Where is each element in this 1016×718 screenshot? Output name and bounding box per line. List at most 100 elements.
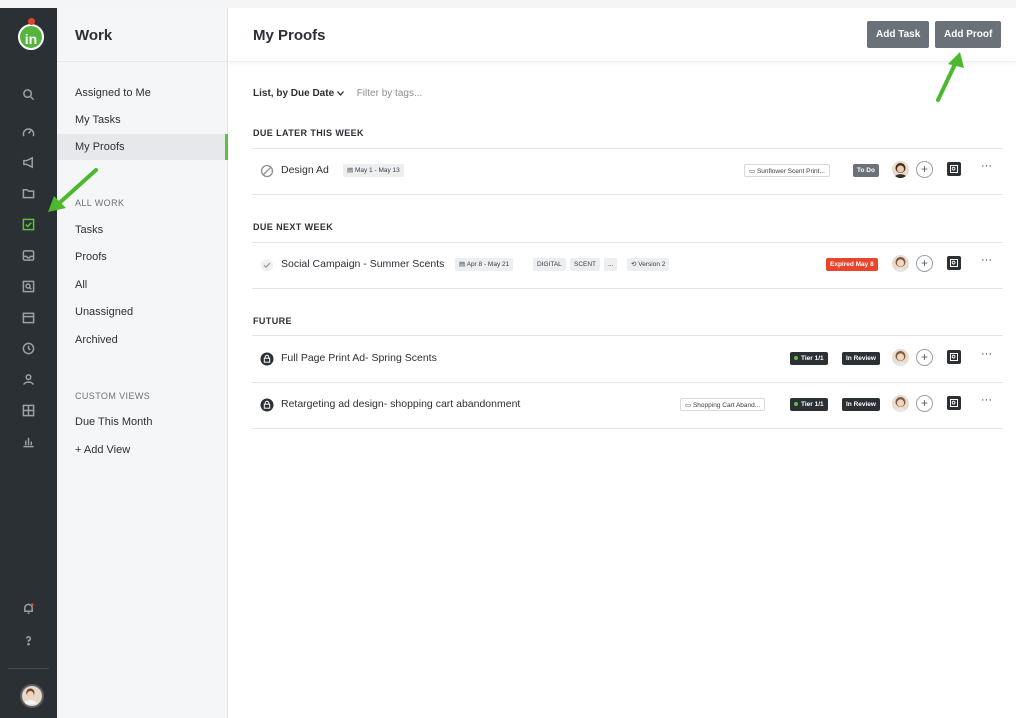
- sidebar-item-my-proofs[interactable]: My Proofs: [57, 134, 228, 160]
- sort-label: List, by Due Date: [253, 88, 335, 99]
- logo-dot: [28, 18, 35, 25]
- folder-icon: ▭: [685, 402, 692, 409]
- avatar[interactable]: [892, 161, 909, 178]
- sidebar-item-proofs[interactable]: Proofs: [57, 244, 228, 270]
- status-badge: Expired May 8: [826, 258, 878, 271]
- work-sidebar: Work Assigned to Me My Tasks My Proofs A…: [57, 8, 228, 718]
- tag-filter-input[interactable]: Filter by tags...: [357, 88, 423, 99]
- rail-divider: [8, 668, 49, 669]
- open-proof-icon[interactable]: [947, 396, 961, 410]
- tier-label: Tier 1/1: [801, 401, 824, 408]
- avatar[interactable]: [892, 349, 909, 366]
- proof-row[interactable]: Design Ad ▤ May 1 - May 13 ▭ Sunflower S…: [252, 151, 1003, 191]
- page-title: My Proofs: [253, 27, 326, 44]
- sidebar-item-assigned-to-me[interactable]: Assigned to Me: [57, 80, 228, 106]
- sidebar-item-tasks[interactable]: Tasks: [57, 217, 228, 243]
- user-avatar[interactable]: [20, 684, 44, 708]
- divider: [252, 335, 1003, 336]
- chevron-down-icon: [336, 91, 344, 96]
- open-proof-icon[interactable]: [947, 162, 961, 176]
- date-range: May 1 - May 13: [354, 167, 400, 174]
- sidebar-item-due-this-month[interactable]: Due This Month: [57, 409, 228, 435]
- inbox-icon[interactable]: [0, 245, 57, 265]
- lock-icon: [260, 352, 274, 366]
- add-proof-button[interactable]: Add Proof: [935, 21, 1002, 48]
- person-icon[interactable]: [0, 369, 57, 389]
- divider: [252, 428, 1003, 429]
- sidebar-title: Work: [75, 27, 113, 44]
- more-options-button[interactable]: ···: [981, 254, 992, 266]
- project-chip[interactable]: ▭ Shopping Cart Aband...: [680, 398, 766, 411]
- date-range: Apr 8 - May 21: [466, 261, 510, 268]
- sidebar-item-archived[interactable]: Archived: [57, 327, 228, 353]
- main-header: My Proofs Add Task Add Proof: [228, 8, 1016, 62]
- lock-icon: [260, 398, 274, 412]
- avatar[interactable]: [892, 255, 909, 272]
- sidebar-header-divider: [57, 61, 228, 62]
- project-name: Shopping Cart Aband...: [692, 402, 761, 409]
- proof-row[interactable]: Retargeting ad design- shopping cart aba…: [252, 385, 1003, 425]
- checkmark-icon: [261, 259, 273, 271]
- add-reviewer-button[interactable]: +: [916, 395, 933, 412]
- window-top-strip: [0, 0, 1016, 8]
- status-badge: In Review: [842, 352, 880, 365]
- calendar-icon: ▤: [347, 167, 354, 174]
- sidebar-item-unassigned[interactable]: Unassigned: [57, 299, 228, 325]
- group-header-due-next-week: DUE NEXT WEEK: [253, 222, 334, 232]
- main-content: My Proofs Add Task Add Proof List, by Du…: [228, 8, 1016, 718]
- group-header-future: FUTURE: [253, 316, 292, 326]
- group-header-due-later: DUE LATER THIS WEEK: [253, 128, 364, 138]
- proof-name[interactable]: Design Ad: [281, 164, 329, 176]
- avatar[interactable]: [892, 395, 909, 412]
- add-reviewer-button[interactable]: +: [916, 161, 933, 178]
- version-chip[interactable]: ⟲ Version 2: [627, 258, 670, 271]
- proof-row[interactable]: Social Campaign - Summer Scents ▤ Apr 8 …: [252, 245, 1003, 285]
- notification-bell-icon[interactable]: [0, 598, 57, 618]
- checkbox-icon[interactable]: [0, 214, 57, 234]
- project-chip[interactable]: ▭ Sunflower Scent Print...: [744, 164, 830, 177]
- calendar-icon: ▤: [459, 261, 466, 268]
- proof-name[interactable]: Social Campaign - Summer Scents: [281, 258, 444, 270]
- proof-name[interactable]: Retargeting ad design- shopping cart aba…: [281, 398, 520, 410]
- divider: [252, 242, 1003, 243]
- tier-dot: [794, 356, 798, 361]
- filter-bar: List, by Due Date Filter by tags...: [253, 88, 422, 99]
- add-reviewer-button[interactable]: +: [916, 349, 933, 366]
- sidebar-item-all[interactable]: All: [57, 272, 228, 298]
- more-options-button[interactable]: ···: [981, 160, 992, 172]
- version-label: Version 2: [638, 261, 666, 268]
- divider: [252, 194, 1003, 195]
- add-reviewer-button[interactable]: +: [916, 255, 933, 272]
- divider: [252, 288, 1003, 289]
- tier-badge: Tier 1/1: [790, 352, 828, 365]
- more-options-button[interactable]: ···: [981, 348, 992, 360]
- tier-dot: [794, 402, 798, 407]
- grid-icon[interactable]: [0, 400, 57, 420]
- add-task-button[interactable]: Add Task: [867, 21, 930, 48]
- add-view-button[interactable]: + Add View: [57, 437, 228, 463]
- bar-chart-icon[interactable]: [0, 431, 57, 451]
- sidebar-item-my-tasks[interactable]: My Tasks: [57, 107, 228, 133]
- sort-dropdown[interactable]: List, by Due Date: [253, 88, 344, 99]
- search-icon[interactable]: [0, 84, 57, 104]
- proof-row[interactable]: Full Page Print Ad- Spring Scents Tier 1…: [252, 339, 1003, 379]
- tag-chip-more[interactable]: ...: [604, 258, 618, 271]
- tier-badge: Tier 1/1: [790, 398, 828, 411]
- gauge-icon[interactable]: [0, 122, 57, 142]
- tag-chip[interactable]: SCENT: [570, 258, 601, 271]
- app-logo[interactable]: in: [18, 24, 44, 50]
- date-range-chip[interactable]: ▤ May 1 - May 13: [343, 164, 404, 177]
- help-icon[interactable]: [0, 630, 57, 650]
- tag-chip[interactable]: DIGITAL: [533, 258, 566, 271]
- more-options-button[interactable]: ···: [981, 394, 992, 406]
- proof-name[interactable]: Full Page Print Ad- Spring Scents: [281, 352, 437, 364]
- calendar-icon[interactable]: [0, 307, 57, 327]
- open-proof-icon[interactable]: [947, 256, 961, 270]
- project-name: Sunflower Scent Print...: [756, 168, 825, 175]
- clock-icon[interactable]: [0, 338, 57, 358]
- proof-icon[interactable]: [0, 276, 57, 296]
- open-proof-icon[interactable]: [947, 350, 961, 364]
- section-custom-views: CUSTOM VIEWS: [75, 391, 151, 401]
- icon-rail: in: [0, 8, 57, 718]
- date-range-chip[interactable]: ▤ Apr 8 - May 21: [455, 258, 514, 271]
